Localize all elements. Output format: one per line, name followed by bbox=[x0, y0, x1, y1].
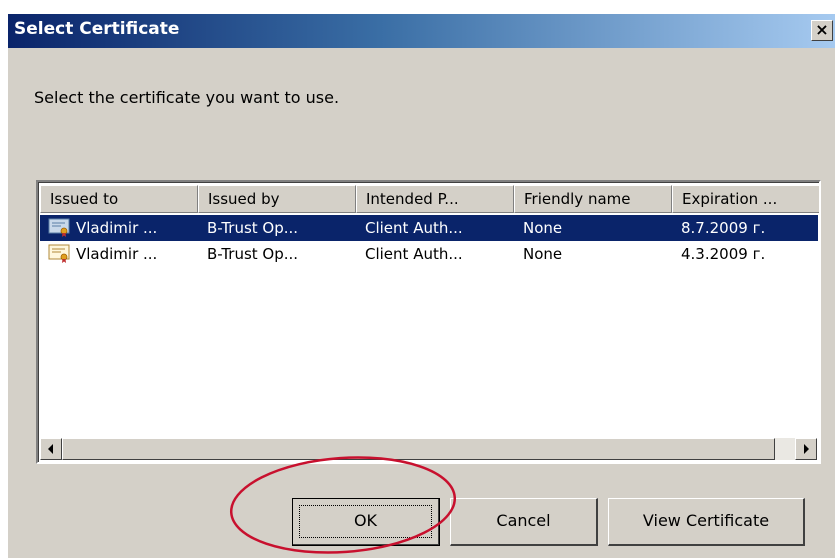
view-certificate-button[interactable]: View Certificate bbox=[608, 498, 805, 546]
cell-expiration: 4.3.2009 г. bbox=[681, 245, 766, 263]
table-row[interactable]: Vladimir ... B-Trust Op... Client Auth..… bbox=[40, 215, 818, 241]
ok-button[interactable]: OK bbox=[292, 498, 440, 546]
column-header-expiration[interactable]: Expiration ... bbox=[672, 185, 819, 213]
view-certificate-button-label: View Certificate bbox=[642, 511, 770, 530]
cancel-button[interactable]: Cancel bbox=[450, 498, 598, 546]
instruction-text: Select the certificate you want to use. bbox=[34, 88, 340, 107]
cell-issued-to: Vladimir ... bbox=[76, 245, 158, 263]
cell-intended-purposes: Client Auth... bbox=[365, 245, 463, 263]
dialog-title: Select Certificate bbox=[14, 19, 180, 39]
horizontal-scrollbar[interactable] bbox=[40, 438, 817, 460]
cell-issued-to: Vladimir ... bbox=[76, 219, 158, 237]
close-icon: × bbox=[815, 20, 829, 39]
certificate-list[interactable]: Issued to Issued by Intended P... Friend… bbox=[36, 180, 821, 464]
cell-friendly-name: None bbox=[523, 219, 563, 237]
column-header-friendly-name[interactable]: Friendly name bbox=[514, 185, 672, 213]
column-header-issued-by[interactable]: Issued by bbox=[198, 185, 356, 213]
cell-issued-by: B-Trust Op... bbox=[207, 219, 299, 237]
cell-issued-by: B-Trust Op... bbox=[207, 245, 299, 263]
certificate-icon bbox=[48, 244, 70, 263]
table-row[interactable]: Vladimir ... B-Trust Op... Client Auth..… bbox=[40, 241, 818, 267]
certificate-icon bbox=[48, 218, 70, 237]
ok-button-label: OK bbox=[353, 511, 378, 530]
column-header-issued-to[interactable]: Issued to bbox=[40, 185, 198, 213]
arrow-left-icon bbox=[48, 444, 53, 454]
close-button[interactable]: × bbox=[811, 20, 833, 41]
cell-friendly-name: None bbox=[523, 245, 563, 263]
cell-intended-purposes: Client Auth... bbox=[365, 219, 463, 237]
list-header: Issued to Issued by Intended P... Friend… bbox=[40, 185, 819, 213]
column-header-intended-purposes[interactable]: Intended P... bbox=[356, 185, 514, 213]
scroll-left-button[interactable] bbox=[40, 438, 62, 460]
cell-expiration: 8.7.2009 г. bbox=[681, 219, 766, 237]
title-bar[interactable]: Select Certificate × bbox=[8, 14, 835, 48]
cancel-button-label: Cancel bbox=[496, 511, 551, 530]
scroll-thumb[interactable] bbox=[62, 438, 775, 460]
select-certificate-dialog: Select Certificate × Select the certific… bbox=[8, 14, 835, 558]
arrow-right-icon bbox=[804, 444, 809, 454]
scroll-right-button[interactable] bbox=[795, 438, 817, 460]
